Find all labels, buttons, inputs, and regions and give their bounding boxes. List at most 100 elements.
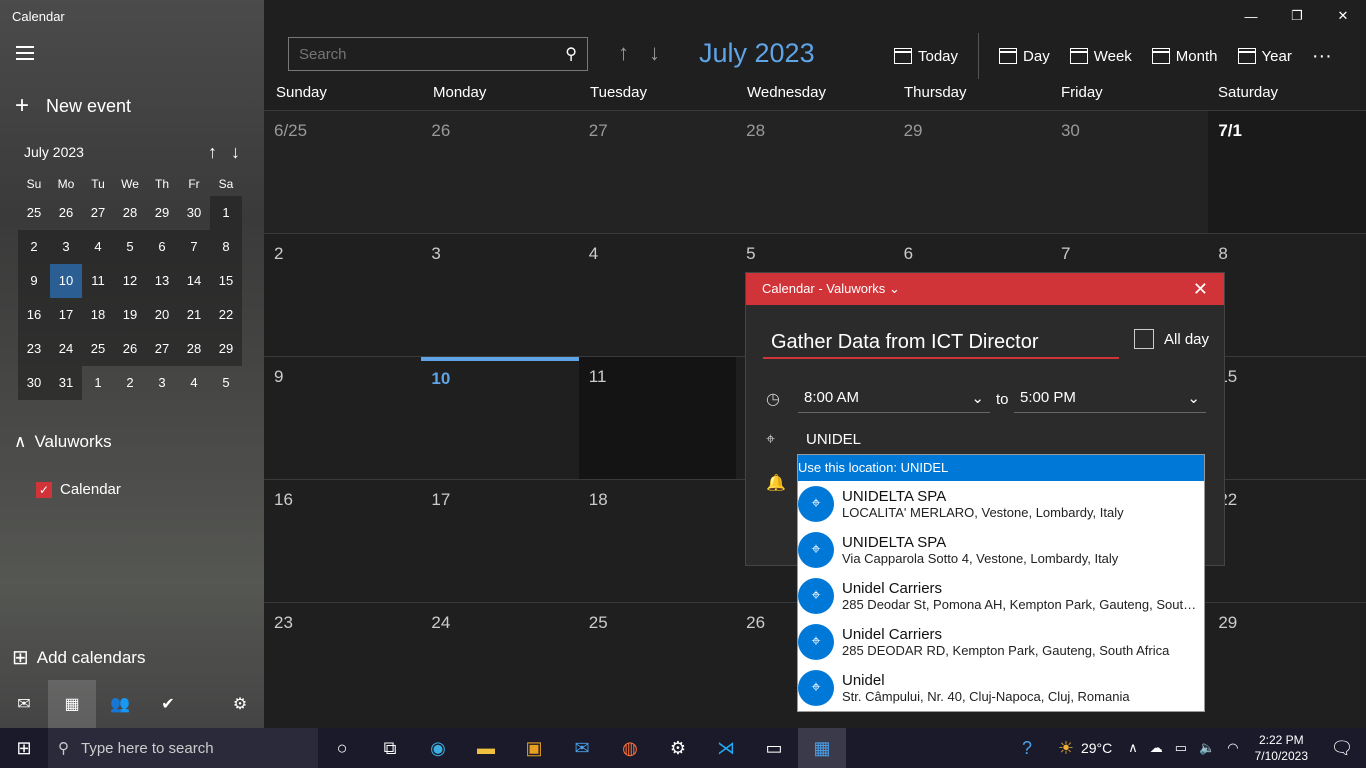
day-cell[interactable]: 6/25: [264, 111, 422, 233]
close-icon[interactable]: ✕: [1193, 279, 1208, 300]
day-cell[interactable]: 15: [1208, 357, 1365, 479]
day-cell[interactable]: 8: [1208, 234, 1365, 356]
location-input[interactable]: UNIDEL: [806, 431, 861, 448]
edge-icon[interactable]: ◉: [414, 728, 462, 768]
mini-day[interactable]: 13: [146, 264, 178, 298]
location-suggestion[interactable]: ⌖ UNIDELTA SPA LOCALITA' MERLARO, Vestone,…: [798, 481, 1204, 527]
day-cell[interactable]: 11: [578, 357, 737, 479]
location-suggestion[interactable]: ⌖ Unidel Str. Câmpului, Nr. 40, Cluj-Napoc…: [798, 665, 1204, 711]
help-icon[interactable]: ?: [1003, 728, 1051, 768]
settings-icon[interactable]: ⚙: [654, 728, 702, 768]
day-cell[interactable]: 3: [421, 234, 578, 356]
mini-day[interactable]: 26: [114, 332, 146, 366]
calendar-group-valuworks[interactable]: ∧ Valuworks: [14, 432, 112, 452]
mini-day[interactable]: 6: [146, 230, 178, 264]
mini-day[interactable]: 27: [82, 196, 114, 230]
mini-day[interactable]: 25: [18, 196, 50, 230]
use-this-location-option[interactable]: Use this location: UNIDEL: [798, 455, 1204, 481]
mini-day[interactable]: 2: [114, 366, 146, 400]
settings-gear-icon[interactable]: ⚙: [216, 680, 264, 728]
day-cell[interactable]: 22: [1208, 480, 1365, 602]
task-view-icon[interactable]: ⧉: [366, 728, 414, 768]
location-suggestion[interactable]: ⌖ Unidel Carriers 285 DEODAR RD, Kempton P…: [798, 619, 1204, 665]
day-cell[interactable]: 26: [421, 111, 579, 233]
people-icon[interactable]: 👥: [96, 680, 144, 728]
location-suggestion[interactable]: ⌖ UNIDELTA SPA Via Capparola Sotto 4, Vest…: [798, 527, 1204, 573]
calendar-app-icon[interactable]: ▦: [798, 728, 846, 768]
month-title[interactable]: July 2023: [699, 38, 815, 69]
day-cell[interactable]: 30: [1050, 111, 1209, 233]
mini-day[interactable]: 2: [18, 230, 50, 264]
mini-day[interactable]: 8: [210, 230, 242, 264]
cortana-icon[interactable]: ○: [318, 728, 366, 768]
firefox-icon[interactable]: ◍: [606, 728, 654, 768]
location-suggestion[interactable]: ⌖ Unidel Carriers 285 Deodar St, Pomona AH…: [798, 573, 1204, 619]
end-time-select[interactable]: 5:00 PM ⌄: [1014, 383, 1206, 413]
mini-next-arrow-icon[interactable]: ↓: [231, 142, 240, 163]
mini-prev-arrow-icon[interactable]: ↑: [208, 142, 217, 163]
day-cell[interactable]: 2: [264, 234, 421, 356]
day-cell[interactable]: 23: [264, 603, 421, 725]
file-explorer-icon[interactable]: ▬: [462, 728, 510, 768]
mini-day[interactable]: 23: [18, 332, 50, 366]
mini-day[interactable]: 10: [50, 264, 82, 298]
mini-day[interactable]: 30: [18, 366, 50, 400]
mini-day[interactable]: 12: [114, 264, 146, 298]
day-cell[interactable]: 29: [893, 111, 1051, 233]
mini-day[interactable]: 17: [50, 298, 82, 332]
vscode-icon[interactable]: ⋊: [702, 728, 750, 768]
mini-day[interactable]: 5: [114, 230, 146, 264]
mail-app-icon[interactable]: ✉: [558, 728, 606, 768]
day-cell[interactable]: 27: [578, 111, 737, 233]
chevron-up-icon[interactable]: ∧: [1122, 740, 1144, 756]
more-options-button[interactable]: ···: [1302, 32, 1342, 80]
mini-day[interactable]: 28: [114, 196, 146, 230]
mini-day[interactable]: 4: [82, 230, 114, 264]
taskbar-search[interactable]: ⚲ Type here to search: [48, 728, 318, 768]
mail-icon[interactable]: ✉: [0, 680, 48, 728]
day-cell[interactable]: 24: [421, 603, 578, 725]
mini-day[interactable]: 7: [178, 230, 210, 264]
calendar-icon[interactable]: ▦: [48, 680, 96, 728]
mini-day[interactable]: 24: [50, 332, 82, 366]
day-cell[interactable]: 17: [421, 480, 578, 602]
year-view-button[interactable]: Year: [1228, 32, 1302, 80]
mini-day[interactable]: 4: [178, 366, 210, 400]
mini-day[interactable]: 1: [82, 366, 114, 400]
mini-day[interactable]: 29: [146, 196, 178, 230]
new-event-button[interactable]: + New event: [12, 92, 131, 120]
mini-calendar-title[interactable]: July 2023: [24, 144, 84, 160]
mini-day[interactable]: 29: [210, 332, 242, 366]
calendar-checkbox-item[interactable]: ✓ Calendar: [36, 481, 121, 498]
mini-day[interactable]: 25: [82, 332, 114, 366]
day-cell[interactable]: 25: [579, 603, 736, 725]
day-cell[interactable]: 10: [421, 357, 579, 479]
day-cell[interactable]: 18: [579, 480, 736, 602]
notifications-icon[interactable]: 🗨: [1318, 728, 1366, 768]
event-title-input[interactable]: Gather Data from ICT Director: [763, 325, 1119, 359]
mini-day[interactable]: 11: [82, 264, 114, 298]
restore-icon[interactable]: ❐: [1274, 0, 1320, 32]
month-view-button[interactable]: Month: [1142, 32, 1228, 80]
checkbox-unchecked-icon[interactable]: [1134, 329, 1154, 349]
mini-day[interactable]: 16: [18, 298, 50, 332]
battery-icon[interactable]: ▭: [1169, 740, 1193, 756]
weather-icon[interactable]: ☀: [1051, 728, 1081, 768]
mini-day[interactable]: 30: [178, 196, 210, 230]
wifi-icon[interactable]: ◠: [1221, 740, 1244, 756]
next-arrow-icon[interactable]: ↓: [649, 40, 660, 66]
checkbox-checked-icon[interactable]: ✓: [36, 481, 52, 498]
cloud-icon[interactable]: ☁: [1144, 740, 1169, 756]
week-view-button[interactable]: Week: [1060, 32, 1142, 80]
day-cell[interactable]: 16: [264, 480, 421, 602]
mini-day[interactable]: 3: [146, 366, 178, 400]
clock[interactable]: 2:22 PM 7/10/2023: [1245, 732, 1318, 764]
mini-day[interactable]: 15: [210, 264, 242, 298]
mini-day[interactable]: 1: [210, 196, 242, 230]
mini-day[interactable]: 3: [50, 230, 82, 264]
weather-temp[interactable]: 29°C: [1081, 740, 1122, 756]
mini-day[interactable]: 26: [50, 196, 82, 230]
search-icon[interactable]: ⚲: [565, 44, 577, 64]
day-cell[interactable]: 4: [579, 234, 736, 356]
mini-day[interactable]: 22: [210, 298, 242, 332]
